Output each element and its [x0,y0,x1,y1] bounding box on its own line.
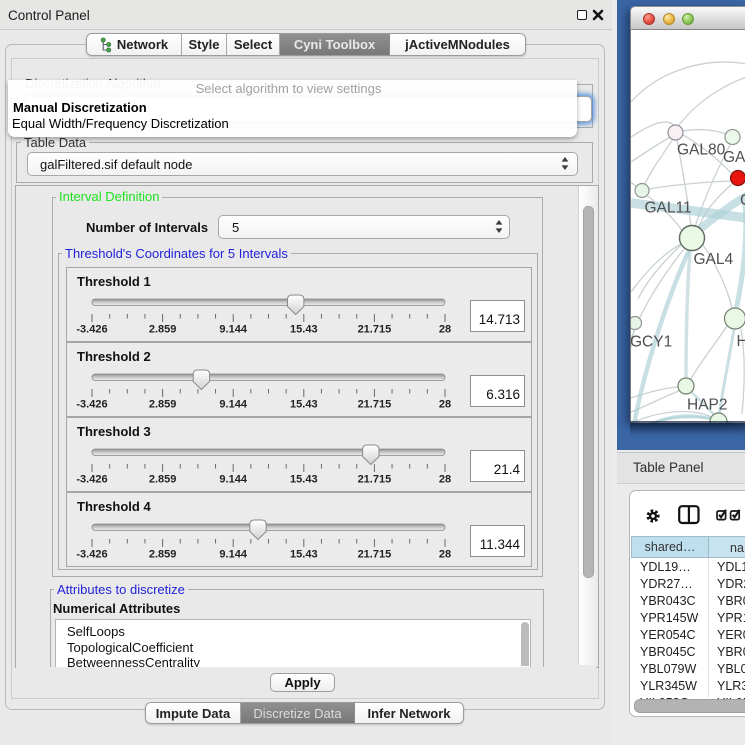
svg-text:9.144: 9.144 [219,324,247,336]
svg-text:2.859: 2.859 [149,399,177,411]
svg-text:2.859: 2.859 [149,324,177,336]
svg-text:21.715: 21.715 [358,399,392,411]
svg-text:GAL4: GAL4 [694,251,734,268]
svg-text:-3.426: -3.426 [76,324,107,336]
svg-text:GAL80: GAL80 [677,142,726,159]
svg-text:28: 28 [439,474,451,486]
svg-text:2.859: 2.859 [149,549,177,561]
svg-text:GAL11: GAL11 [645,200,692,217]
svg-text:28: 28 [439,549,451,561]
svg-text:GCY1: GCY1 [631,334,672,351]
svg-text:28: 28 [439,324,451,336]
svg-text:15.43: 15.43 [290,549,318,561]
svg-text:C: C [740,192,745,209]
svg-text:9.144: 9.144 [219,399,247,411]
svg-text:21.715: 21.715 [358,474,392,486]
svg-text:2.859: 2.859 [149,474,177,486]
svg-text:-3.426: -3.426 [76,399,107,411]
svg-text:HAP2: HAP2 [687,397,728,414]
svg-text:-3.426: -3.426 [76,549,107,561]
svg-text:H: H [737,333,745,350]
svg-text:21.715: 21.715 [358,549,392,561]
svg-text:28: 28 [439,399,451,411]
svg-text:15.43: 15.43 [290,399,318,411]
svg-text:15.43: 15.43 [290,324,318,336]
svg-text:21.715: 21.715 [358,324,392,336]
svg-text:9.144: 9.144 [219,549,247,561]
svg-text:15.43: 15.43 [290,474,318,486]
svg-text:-3.426: -3.426 [76,474,107,486]
svg-text:GAL: GAL [723,149,745,166]
svg-text:9.144: 9.144 [219,474,247,486]
